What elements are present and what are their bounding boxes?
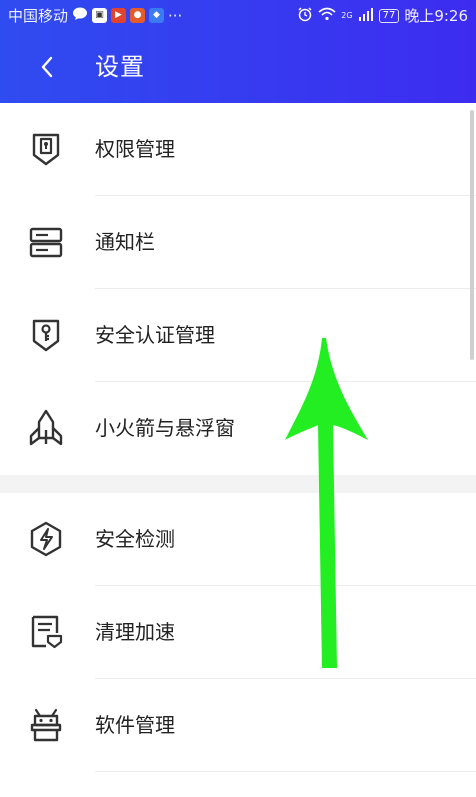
- security-notification-icon: ◆: [149, 8, 165, 23]
- menu-item-security-certification[interactable]: 安全认证管理: [0, 289, 476, 382]
- chevron-left-icon: [41, 56, 53, 78]
- alarm-icon: [297, 6, 313, 26]
- network-type: 2G: [341, 11, 353, 20]
- signal-icon: [358, 7, 374, 25]
- menu-item-notification-bar[interactable]: 通知栏: [0, 196, 476, 289]
- wifi-icon: [318, 7, 336, 25]
- news-notification-icon: ●: [130, 8, 146, 23]
- menu-item-security-check[interactable]: 安全检测: [0, 493, 476, 586]
- divider: [95, 771, 476, 772]
- menu-item-label: 清理加速: [95, 620, 175, 644]
- menu-item-label: 安全认证管理: [95, 323, 215, 347]
- battery-level: 77: [378, 8, 400, 23]
- more-notifications: ···: [168, 6, 183, 25]
- menu-item-label: 权限管理: [95, 137, 175, 161]
- menu-item-label: 软件管理: [95, 713, 175, 737]
- back-button[interactable]: [30, 50, 64, 84]
- section-gap: [0, 475, 476, 493]
- menu-item-rocket-floating-window[interactable]: 小火箭与悬浮窗: [0, 382, 476, 475]
- menu-item-software-management[interactable]: 软件管理: [0, 679, 476, 772]
- shield-keyhole-icon: [32, 133, 60, 166]
- shield-key-icon: [32, 319, 60, 352]
- document-clean-icon: [31, 615, 63, 649]
- menu-item-clean-speedup[interactable]: 清理加速: [0, 586, 476, 679]
- rocket-icon: [29, 409, 63, 446]
- page-title: 设置: [95, 53, 145, 81]
- carrier-name: 中国移动: [8, 7, 69, 25]
- android-robot-icon: [30, 708, 62, 742]
- settings-list: 权限管理 通知栏 安全认证管理 小火箭与悬浮窗 安全检测 清理加速 软件管理: [0, 103, 476, 772]
- menu-item-label: 通知栏: [95, 230, 155, 254]
- clock: 晚上9:26: [404, 7, 468, 25]
- chat-notification-icon: [72, 6, 88, 25]
- app-notification-icon: ▣: [92, 8, 108, 23]
- scrollbar[interactable]: [470, 110, 474, 360]
- shield-bolt-icon: [30, 521, 62, 557]
- menu-item-permission-management[interactable]: 权限管理: [0, 103, 476, 196]
- menu-item-label: 安全检测: [95, 527, 175, 551]
- video-notification-icon: ▶: [111, 8, 127, 23]
- app-header: 中国移动 ▣ ▶ ● ◆ ··· 2G 77 晚上9:26 设置: [0, 0, 476, 103]
- status-bar: 中国移动 ▣ ▶ ● ◆ ··· 2G 77 晚上9:26: [0, 0, 476, 30]
- menu-item-label: 小火箭与悬浮窗: [95, 416, 235, 440]
- notification-bar-icon: [29, 227, 63, 258]
